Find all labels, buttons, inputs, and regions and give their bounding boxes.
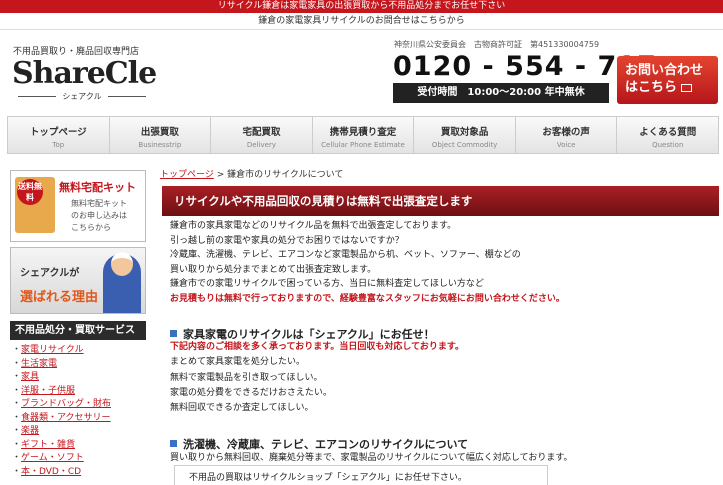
- free-shipping-tag: 送料無料: [17, 179, 43, 205]
- service-link-brand[interactable]: ブランドバッグ・財布: [10, 398, 146, 412]
- service-menu-title: 不用品処分・買取サービス: [10, 321, 146, 340]
- box-icon: 送料無料: [15, 177, 55, 233]
- top-announcement-bar: リサイクル鎌倉は家電家具の出張買取から不用品処分までお任せ下さい: [0, 0, 723, 13]
- breadcrumb-home[interactable]: トップページ: [160, 170, 214, 180]
- nav-object-commodity[interactable]: 買取対象品 Object Commodity: [414, 117, 516, 153]
- sidebar: 送料無料 無料宅配キット 無料宅配キット のお申し込みは こちらから シェアクル…: [10, 170, 146, 485]
- section-body-appliances: 買い取りから無料回収、廃棄処分等まで、家電製品のリサイクルについて幅広く対応して…: [170, 453, 573, 463]
- section-highlight: 下記内容のご相談を多く承っております。当日回収も対応しております。: [170, 342, 464, 352]
- service-link-furniture[interactable]: 家具: [10, 371, 146, 385]
- nav-businesstrip[interactable]: 出張買取 Businesstrip: [110, 117, 212, 153]
- site-logo[interactable]: ShareCle: [12, 56, 157, 91]
- kit-title: 無料宅配キット: [59, 181, 136, 194]
- breadcrumb: トップページ > 鎌倉市のリサイクルについて: [160, 167, 343, 180]
- breadcrumb-separator: >: [213, 170, 228, 180]
- nav-delivery[interactable]: 宅配買取 Delivery: [211, 117, 313, 153]
- global-nav: トップページ Top 出張買取 Businesstrip 宅配買取 Delivery …: [7, 116, 719, 154]
- square-bullet-icon: [170, 440, 177, 447]
- contact-label-1: お問い合わせ: [625, 63, 704, 78]
- service-link-household[interactable]: 生活家電: [10, 358, 146, 372]
- service-link-tableware[interactable]: 食器類・アクセサリー: [10, 412, 146, 426]
- intro-highlight: お見積もりは無料で行っておりますので、経験豊富なスタッフにお気軽にお問い合わせく…: [170, 293, 565, 304]
- intro-text: 鎌倉市の家具家電などのリサイクル品を無料で出張査定しております。 引っ越し前の家…: [170, 219, 565, 307]
- service-link-games[interactable]: ゲーム・ソフト: [10, 452, 146, 466]
- contact-link-text[interactable]: 鎌倉の家電家具リサイクルのお問合せはこちらから: [258, 16, 465, 26]
- contact-button[interactable]: お問い合わせ はこちら: [617, 56, 718, 104]
- section-body-recycle: 下記内容のご相談を多く承っております。当日回収も対応しております。 まとめて家具…: [170, 342, 464, 414]
- contact-link-bar[interactable]: 鎌倉の家電家具リサイクルのお問合せはこちらから: [0, 13, 723, 30]
- site-header: 不用品買取り・廃品回収専門店 ShareCle シェアクル 神奈川県公安委員会 …: [0, 31, 723, 109]
- service-link-books[interactable]: 本・DVD・CD: [10, 466, 146, 480]
- main-content: トップページ > 鎌倉市のリサイクルについて リサイクルや不用品回収の見積りは無…: [160, 163, 720, 485]
- top-announcement-text: リサイクル鎌倉は家電家具の出張買取から不用品処分までお任せ下さい: [217, 1, 506, 11]
- service-menu: 家電リサイクル 生活家電 家具 洋服・子供服 ブランドバッグ・財布 食器類・アク…: [10, 344, 146, 479]
- free-kit-banner[interactable]: 送料無料 無料宅配キット 無料宅配キット のお申し込みは こちらから: [10, 170, 146, 242]
- license-info: 神奈川県公安委員会 古物商許可証 第451330004759: [394, 40, 600, 49]
- service-link-appliance[interactable]: 家電リサイクル: [10, 344, 146, 358]
- service-link-gifts[interactable]: ギフト・雑貨: [10, 439, 146, 453]
- mail-icon: [681, 83, 693, 92]
- page-title: リサイクルや不用品回収の見積りは無料で出張査定します: [162, 186, 719, 216]
- nav-question[interactable]: よくある質問 Question: [617, 117, 718, 153]
- contact-label-2: はこちら: [625, 80, 678, 95]
- info-box-text: 不用品の買取はリサイクルショップ「シェアクル」にお任せ下さい。: [189, 473, 467, 483]
- business-hours: 受付時間 10:00～20:00 年中無休: [393, 83, 609, 103]
- nav-top[interactable]: トップページ Top: [8, 117, 110, 153]
- kit-desc: 無料宅配キット のお申し込みは こちらから: [71, 199, 127, 232]
- reason-banner[interactable]: シェアクルが 選ばれる理由: [10, 247, 146, 314]
- reason-line-2: 選ばれる理由: [20, 290, 99, 305]
- staff-head-illustration: [111, 252, 133, 276]
- service-link-instruments[interactable]: 楽器: [10, 425, 146, 439]
- square-bullet-icon: [170, 330, 177, 337]
- nav-phone-estimate[interactable]: 携帯見積り査定 Cellular Phone Estimate: [313, 117, 415, 153]
- logo-kana: シェアクル: [12, 91, 152, 102]
- service-link-clothes[interactable]: 洋服・子供服: [10, 385, 146, 399]
- breadcrumb-current: 鎌倉市のリサイクルについて: [227, 170, 344, 180]
- info-box: 不用品の買取はリサイクルショップ「シェアクル」にお任せ下さい。: [174, 465, 548, 485]
- nav-voice[interactable]: お客様の声 Voice: [516, 117, 618, 153]
- reason-line-1: シェアクルが: [20, 268, 80, 279]
